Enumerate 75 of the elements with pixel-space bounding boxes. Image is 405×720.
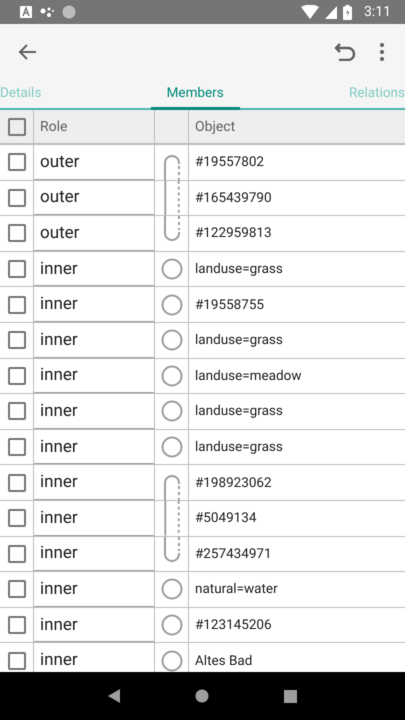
role-field[interactable]: inner bbox=[34, 394, 154, 429]
link-icon bbox=[162, 154, 180, 180]
role-field[interactable]: outer bbox=[34, 145, 154, 180]
object-link[interactable]: #123145206 bbox=[195, 617, 272, 634]
role-field[interactable]: outer bbox=[34, 216, 154, 251]
object-link[interactable]: landuse=grass bbox=[195, 261, 283, 278]
circle-icon bbox=[160, 578, 182, 600]
object-link[interactable]: #19557802 bbox=[195, 154, 264, 170]
checkbox[interactable] bbox=[8, 118, 26, 136]
link-icon bbox=[162, 536, 180, 563]
object-link[interactable]: landuse=meadow bbox=[195, 368, 302, 384]
object-link[interactable]: #257434971 bbox=[195, 546, 272, 562]
dots-icon bbox=[40, 6, 54, 18]
role-field[interactable]: inner bbox=[34, 322, 154, 358]
object-link[interactable]: landuse=grass bbox=[195, 403, 283, 420]
role-field[interactable]: inner bbox=[34, 608, 154, 642]
checkbox[interactable] bbox=[8, 366, 26, 385]
notification-icon bbox=[20, 6, 32, 18]
link-icon bbox=[162, 500, 180, 536]
home-icon[interactable] bbox=[194, 689, 209, 703]
object-link[interactable]: landuse=grass bbox=[195, 332, 283, 348]
checkbox[interactable] bbox=[8, 153, 26, 172]
link-icon bbox=[162, 216, 180, 242]
checkbox[interactable] bbox=[8, 296, 26, 314]
object-link[interactable]: #198923062 bbox=[195, 474, 272, 491]
undo-icon bbox=[333, 43, 357, 61]
checkbox[interactable] bbox=[8, 438, 26, 456]
circle-icon bbox=[62, 5, 76, 19]
circle-icon bbox=[160, 329, 182, 352]
battery-icon bbox=[343, 4, 352, 20]
role-field[interactable]: inner bbox=[34, 358, 154, 394]
clock-time: 3:11 bbox=[364, 4, 391, 20]
back-arrow-icon bbox=[18, 42, 38, 62]
wifi-icon bbox=[301, 5, 319, 19]
circle-icon bbox=[160, 650, 182, 672]
role-field[interactable]: inner bbox=[34, 252, 154, 286]
checkbox[interactable] bbox=[8, 616, 26, 634]
circle-icon bbox=[160, 364, 182, 387]
checkbox[interactable] bbox=[8, 260, 26, 278]
link-icon bbox=[162, 474, 180, 500]
back-icon[interactable] bbox=[108, 689, 120, 703]
checkbox[interactable] bbox=[8, 580, 26, 598]
circle-icon bbox=[160, 258, 182, 280]
link-icon bbox=[162, 180, 180, 216]
role-field[interactable]: inner bbox=[34, 500, 154, 536]
object-link[interactable]: #165439790 bbox=[195, 190, 272, 206]
object-link[interactable]: #122959813 bbox=[195, 225, 272, 242]
checkbox[interactable] bbox=[8, 331, 26, 350]
role-field[interactable]: inner bbox=[34, 430, 154, 464]
checkbox[interactable] bbox=[8, 402, 26, 420]
object-link[interactable]: #5049134 bbox=[195, 510, 256, 526]
circle-icon bbox=[160, 400, 182, 422]
column-header: Object bbox=[195, 118, 236, 134]
role-field[interactable]: outer bbox=[34, 180, 154, 216]
object-link[interactable]: landuse=grass bbox=[195, 439, 283, 456]
circle-icon bbox=[160, 436, 182, 458]
signal-icon bbox=[325, 6, 337, 18]
column-header: Role bbox=[40, 118, 68, 134]
checkbox[interactable] bbox=[8, 188, 26, 207]
object-link[interactable]: natural=water bbox=[195, 581, 278, 598]
object-link[interactable]: Altes Bad bbox=[195, 652, 252, 669]
checkbox[interactable] bbox=[8, 509, 26, 528]
checkbox[interactable] bbox=[8, 474, 26, 492]
object-link[interactable]: #19558755 bbox=[195, 296, 264, 313]
checkbox[interactable] bbox=[8, 652, 26, 670]
more-icon bbox=[379, 42, 385, 62]
recents-icon[interactable] bbox=[284, 690, 298, 702]
role-field[interactable]: inner bbox=[34, 536, 154, 572]
checkbox[interactable] bbox=[8, 224, 26, 242]
role-field[interactable]: inner bbox=[34, 465, 154, 500]
role-field[interactable]: inner bbox=[34, 572, 154, 607]
circle-icon bbox=[160, 614, 182, 636]
checkbox[interactable] bbox=[8, 544, 26, 563]
circle-icon bbox=[160, 294, 182, 316]
role-field[interactable]: inner bbox=[34, 287, 154, 322]
